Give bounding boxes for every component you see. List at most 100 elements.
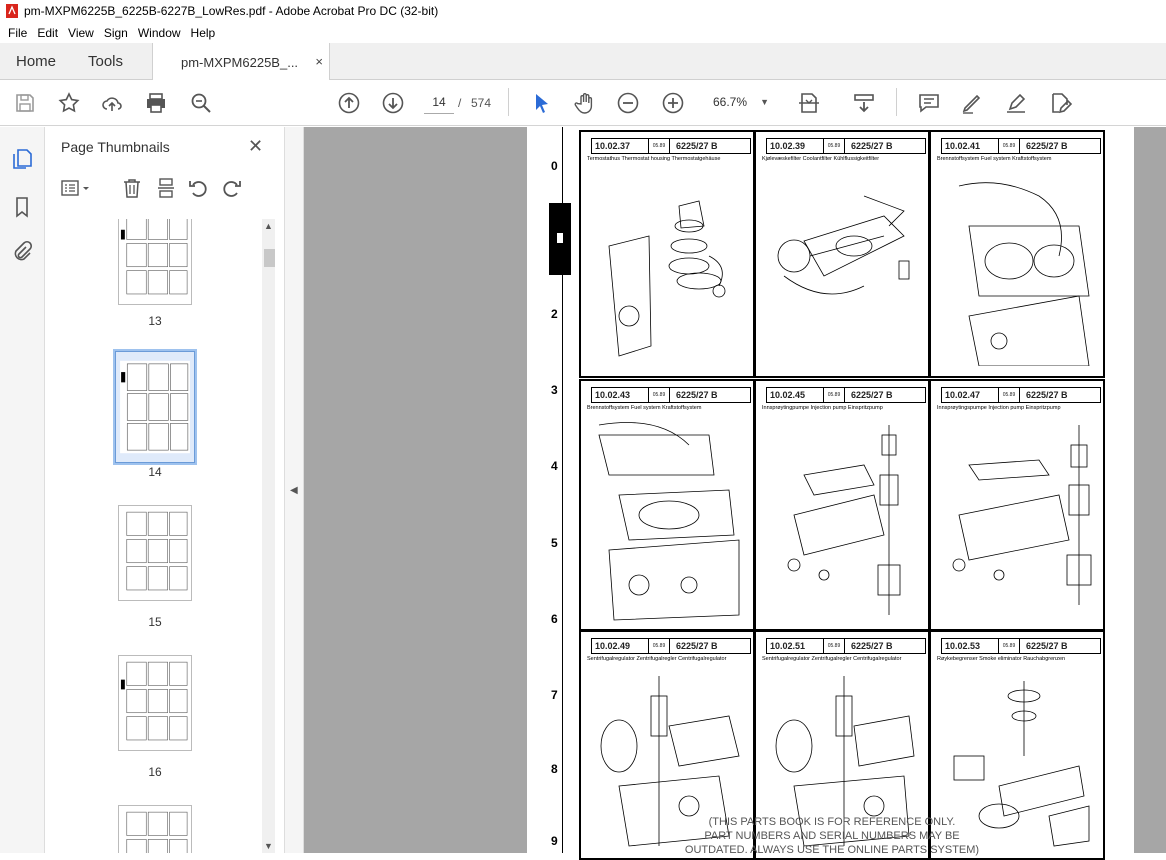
page-thumbnail[interactable]	[118, 805, 192, 853]
menu-sign[interactable]: Sign	[104, 26, 128, 40]
zoom-out-icon[interactable]	[616, 91, 640, 115]
thumbnail-label: 15	[148, 615, 162, 629]
menu-window[interactable]: Window	[138, 26, 181, 40]
thumbnail-label: 13	[148, 314, 162, 328]
menu-view[interactable]: View	[68, 26, 94, 40]
select-cursor-icon[interactable]	[530, 91, 554, 115]
pane-model: 6225/27 B	[851, 641, 893, 651]
pane-date: 05.89	[998, 388, 1020, 403]
diagram-pane: 10.02.47 05.89 6225/27 B Innsprøytingspump…	[929, 379, 1105, 631]
page-thumbnail-selected[interactable]	[113, 349, 197, 465]
pane-model: 6225/27 B	[851, 390, 893, 400]
extract-page-icon[interactable]	[155, 177, 177, 199]
pane-date: 05.89	[648, 388, 670, 403]
page-separator: /	[458, 96, 462, 110]
pane-code: 10.02.49	[595, 641, 631, 651]
next-page-icon[interactable]	[381, 91, 405, 115]
thumbnail-scrollbar[interactable]	[262, 219, 275, 853]
page-fit-icon[interactable]	[797, 91, 821, 115]
exploded-parts-drawing	[777, 195, 910, 295]
diagram-pane: 10.02.43 05.89 6225/27 B Brennstoffsystem …	[579, 379, 755, 631]
page-thumbnail[interactable]	[118, 655, 192, 751]
document-viewer[interactable]: 0 1 2 3 4 5 6 7 8 9 10.02.37 05.89 6225/27…	[304, 127, 1166, 860]
pane-code: 10.02.41	[945, 141, 981, 151]
page-number-input[interactable]: 14	[424, 90, 454, 114]
pane-subtitle: Kjølevæskefilter Coolantfilter Kühlfluss…	[762, 156, 880, 162]
exploded-parts-drawing	[952, 425, 1092, 605]
pdf-page: 0 1 2 3 4 5 6 7 8 9 10.02.37 05.89 6225/27…	[527, 127, 1134, 860]
pane-subtitle: Brennstoffsystem Fuel system Kraftstoffs…	[937, 156, 1052, 162]
exploded-parts-drawing	[608, 200, 726, 357]
row-number: 8	[551, 762, 558, 776]
pane-date: 05.89	[823, 388, 845, 403]
menu-file[interactable]: File	[8, 26, 27, 40]
upload-icon[interactable]	[100, 91, 124, 115]
bookmark-star-icon[interactable]	[57, 91, 81, 115]
watermark-line: (THIS PARTS BOOK IS FOR REFERENCE ONLY.	[708, 816, 956, 828]
zoom-search-icon[interactable]	[189, 91, 213, 115]
zoom-value: 66.7%	[713, 95, 748, 109]
row-number: 4	[551, 459, 558, 473]
page-total: 574	[471, 96, 492, 110]
bookmark-icon[interactable]	[10, 195, 34, 219]
pane-subtitle: Termostathus Thermostat housing Thermost…	[587, 156, 721, 162]
pane-model: 6225/27 B	[676, 141, 718, 151]
rotate-right-icon[interactable]	[221, 177, 243, 199]
edit-pdf-icon[interactable]	[1048, 91, 1073, 115]
save-icon[interactable]	[13, 91, 37, 115]
scroll-down-icon[interactable]: ▼	[264, 841, 273, 851]
previous-page-icon[interactable]	[337, 91, 361, 115]
pane-code: 10.02.53	[945, 641, 981, 651]
pane-model: 6225/27 B	[851, 141, 893, 151]
zoom-select[interactable]: 66.7% ▼	[703, 90, 773, 114]
pane-subtitle: Brennstoffsystem Fuel system Kraftstoffs…	[587, 405, 702, 411]
row-number: 1	[558, 232, 564, 242]
highlight-pen-icon[interactable]	[960, 91, 984, 115]
left-rail	[0, 127, 45, 853]
pane-code: 10.02.51	[770, 641, 806, 651]
panel-title: Page Thumbnails	[61, 139, 170, 155]
menu-help[interactable]: Help	[191, 26, 216, 40]
close-panel-icon[interactable]: ✕	[248, 136, 263, 157]
print-icon[interactable]	[144, 91, 168, 115]
pane-model: 6225/27 B	[676, 641, 718, 651]
page-thumbnail[interactable]	[118, 219, 192, 305]
scroll-mode-icon[interactable]	[852, 91, 876, 115]
thumbnail-label: 14	[148, 465, 162, 479]
pane-subtitle: Sentrifugalregulator Zentrifugalregler C…	[762, 656, 902, 662]
page-thumbnails-icon[interactable]	[10, 147, 34, 171]
watermark-line: OUTDATED. ALWAYS USE THE ONLINE PARTS SY…	[684, 844, 980, 856]
rotate-left-icon[interactable]	[187, 177, 209, 199]
toolbar-divider	[896, 88, 897, 116]
draw-sign-icon[interactable]	[1004, 91, 1028, 115]
scroll-up-icon[interactable]: ▲	[264, 221, 273, 231]
pane-subtitle: Røykebegrenser Smoke eliminator Rauchabg…	[937, 656, 1066, 662]
pane-code: 10.02.37	[595, 141, 631, 151]
hand-tool-icon[interactable]	[573, 91, 597, 115]
close-tab-icon[interactable]: ×	[315, 54, 323, 69]
scrollbar-thumb[interactable]	[264, 249, 275, 267]
reference-watermark: (THIS PARTS BOOK IS FOR REFERENCE ONLY. …	[677, 815, 987, 857]
delete-page-icon[interactable]	[121, 177, 143, 199]
exploded-parts-drawing	[598, 422, 740, 621]
pane-model: 6225/27 B	[1026, 641, 1068, 651]
comment-icon[interactable]	[917, 91, 941, 115]
acrobat-icon	[6, 4, 18, 18]
pane-model: 6225/27 B	[676, 390, 718, 400]
row-number: 7	[551, 688, 558, 702]
collapse-panel-handle[interactable]: ◀	[285, 127, 304, 853]
title-bar: pm-MXPM6225B_6225B-6227B_LowRes.pdf - Ad…	[0, 0, 1166, 22]
attachment-icon[interactable]	[10, 240, 34, 264]
document-tab-label: pm-MXPM6225B_...	[181, 54, 299, 70]
tab-document[interactable]: pm-MXPM6225B_... ×	[152, 43, 330, 81]
page-thumbnail[interactable]	[118, 505, 192, 601]
zoom-in-icon[interactable]	[661, 91, 685, 115]
menu-edit[interactable]: Edit	[37, 26, 58, 40]
tab-home[interactable]: Home	[16, 43, 56, 80]
diagram-pane: 10.02.37 05.89 6225/27 B Termostathus Ther…	[579, 130, 755, 378]
row-number: 3	[551, 383, 558, 397]
tab-tools[interactable]: Tools	[88, 43, 123, 80]
thumbnail-options-icon[interactable]	[61, 177, 93, 199]
exploded-parts-drawing	[958, 182, 1090, 366]
pane-code: 10.02.47	[945, 390, 981, 400]
